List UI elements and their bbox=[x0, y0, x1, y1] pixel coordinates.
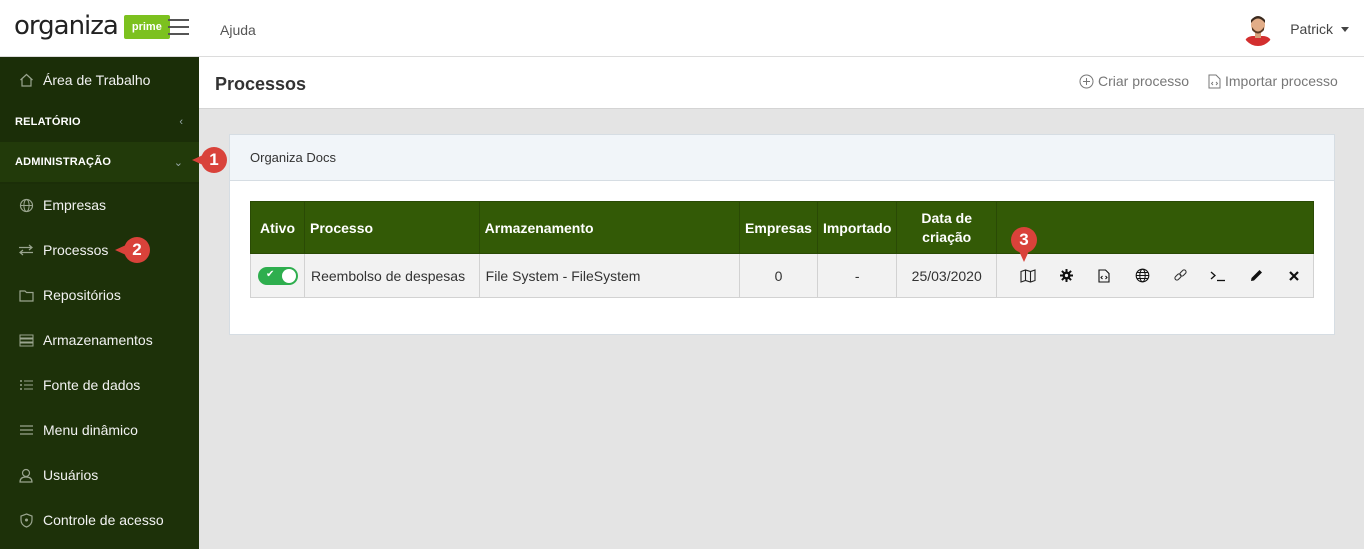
col-header-companies[interactable]: Empresas bbox=[739, 201, 818, 254]
sidebar-item-label: Usuários bbox=[43, 467, 99, 483]
map-icon[interactable] bbox=[1009, 266, 1047, 286]
gear-icon[interactable] bbox=[1047, 266, 1085, 286]
chevron-left-icon: ‹ bbox=[179, 116, 183, 128]
top-bar: organiza prime Ajuda Patrick bbox=[0, 0, 1364, 57]
sidebar-item-label: Fonte de dados bbox=[43, 377, 141, 393]
hamburger-menu-icon[interactable] bbox=[168, 19, 189, 37]
check-icon: ✔ bbox=[266, 268, 275, 280]
processes-table: Ativo Processo Armazenamento Empresas Im… bbox=[250, 201, 1314, 298]
table-header-row: Ativo Processo Armazenamento Empresas Im… bbox=[250, 201, 1314, 254]
storage-icon bbox=[18, 332, 34, 348]
callout-marker-2: 2 bbox=[115, 237, 150, 263]
pencil-icon[interactable] bbox=[1237, 266, 1275, 286]
sidebar-section-label: ADMINISTRAÇÃO bbox=[15, 156, 112, 168]
col-header-process[interactable]: Processo bbox=[304, 201, 480, 254]
avatar bbox=[1242, 12, 1275, 46]
terminal-icon[interactable] bbox=[1199, 266, 1237, 286]
sidebar-item-data-source[interactable]: Fonte de dados bbox=[0, 365, 199, 405]
col-header-created[interactable]: Data de criação bbox=[896, 201, 997, 254]
callout-marker-3: 3 bbox=[1011, 227, 1037, 262]
content-header: Processos Criar processo Importar proces… bbox=[199, 57, 1364, 109]
sidebar-item-processes[interactable]: Processos bbox=[0, 230, 199, 270]
import-process-label: Importar processo bbox=[1225, 73, 1338, 89]
user-name: Patrick bbox=[1290, 21, 1333, 37]
sidebar-item-access-control[interactable]: Controle de acesso bbox=[0, 500, 199, 540]
code-file-icon[interactable] bbox=[1085, 266, 1123, 286]
list-icon bbox=[18, 377, 34, 393]
brand-logo[interactable]: organiza prime bbox=[14, 11, 170, 41]
brand-badge: prime bbox=[123, 15, 170, 39]
create-process-button[interactable]: Criar processo bbox=[1079, 73, 1189, 89]
cell-storage: File System - FileSystem bbox=[478, 253, 741, 298]
sidebar-item-label: Área de Trabalho bbox=[43, 72, 151, 88]
user-icon bbox=[18, 467, 34, 483]
sidebar-item-companies[interactable]: Empresas bbox=[0, 185, 199, 225]
col-header-created-label: Data de criação bbox=[921, 209, 972, 245]
sidebar-section-report[interactable]: RELATÓRIO ‹ bbox=[0, 102, 199, 142]
page-title: Processos bbox=[215, 74, 307, 94]
processes-card: Organiza Docs Ativo Processo Armazenamen… bbox=[229, 134, 1335, 335]
home-icon bbox=[18, 72, 34, 88]
col-header-imported[interactable]: Importado bbox=[816, 201, 898, 254]
sidebar-item-users[interactable]: Usuários bbox=[0, 455, 199, 495]
close-icon[interactable] bbox=[1275, 266, 1313, 286]
sidebar-item-label: Repositórios bbox=[43, 287, 121, 303]
create-process-label: Criar processo bbox=[1098, 73, 1190, 89]
col-header-storage[interactable]: Armazenamento bbox=[478, 201, 741, 254]
active-toggle[interactable]: ✔ bbox=[258, 266, 298, 285]
brand-name: organiza bbox=[14, 11, 119, 41]
cell-created: 25/03/2020 bbox=[896, 253, 997, 298]
arrows-icon bbox=[18, 242, 34, 258]
col-header-active[interactable]: Ativo bbox=[250, 201, 305, 254]
cell-imported: - bbox=[816, 253, 898, 298]
sidebar-item-workspace[interactable]: Área de Trabalho bbox=[0, 60, 199, 100]
menu-icon bbox=[18, 422, 34, 438]
sidebar: Área de Trabalho RELATÓRIO ‹ ADMINISTRAÇ… bbox=[0, 57, 199, 549]
help-link[interactable]: Ajuda bbox=[220, 22, 256, 38]
card-title: Organiza Docs bbox=[230, 135, 1334, 181]
globe-icon[interactable] bbox=[1123, 266, 1161, 286]
shield-icon bbox=[18, 512, 34, 528]
sidebar-item-label: Armazenamentos bbox=[43, 332, 153, 348]
import-process-button[interactable]: Importar processo bbox=[1208, 73, 1338, 89]
sidebar-section-admin[interactable]: ADMINISTRAÇÃO ⌄ bbox=[0, 142, 199, 182]
cell-active: ✔ bbox=[250, 253, 305, 298]
cell-process: Reembolso de despesas bbox=[304, 253, 480, 298]
file-code-icon bbox=[1208, 74, 1221, 88]
table-row: ✔ Reembolso de despesas File System - Fi… bbox=[250, 253, 1314, 298]
sidebar-item-dynamic-menu[interactable]: Menu dinâmico bbox=[0, 410, 199, 450]
col-header-actions bbox=[996, 201, 1314, 254]
plus-circle-icon bbox=[1079, 74, 1094, 88]
cell-companies: 0 bbox=[739, 253, 818, 298]
globe-icon bbox=[18, 197, 34, 213]
chevron-down-icon: ⌄ bbox=[173, 156, 183, 169]
callout-marker-1: 1 bbox=[192, 147, 227, 173]
sidebar-item-label: Processos bbox=[43, 242, 109, 258]
caret-down-icon bbox=[1341, 26, 1349, 32]
sidebar-item-repositories[interactable]: Repositórios bbox=[0, 275, 199, 315]
link-icon[interactable] bbox=[1161, 266, 1199, 286]
sidebar-section-label: RELATÓRIO bbox=[15, 116, 81, 128]
cell-actions bbox=[996, 253, 1314, 298]
sidebar-item-label: Controle de acesso bbox=[43, 512, 164, 528]
sidebar-item-label: Empresas bbox=[43, 197, 107, 213]
sidebar-item-label: Menu dinâmico bbox=[43, 422, 138, 438]
user-menu[interactable]: Patrick bbox=[1242, 12, 1349, 46]
sidebar-item-storages[interactable]: Armazenamentos bbox=[0, 320, 199, 360]
folder-icon bbox=[18, 287, 34, 303]
